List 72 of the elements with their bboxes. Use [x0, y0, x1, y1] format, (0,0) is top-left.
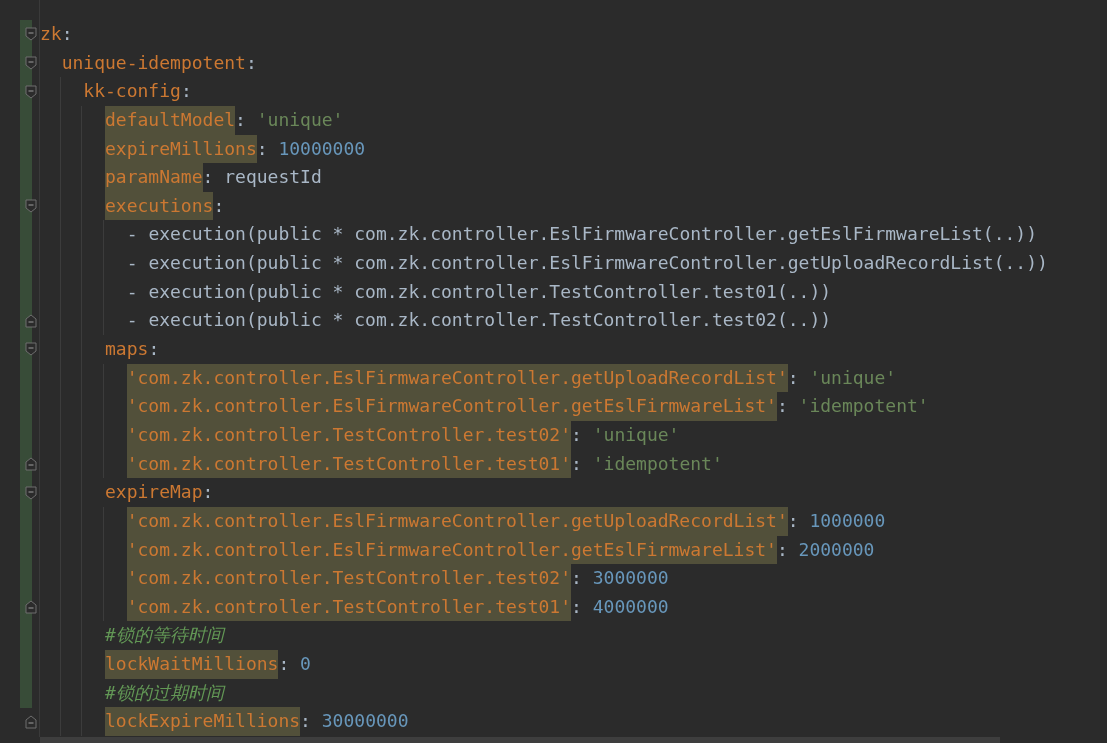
yaml-value: 2000000 [798, 537, 875, 562]
colon: : [278, 652, 290, 677]
colon: : [776, 537, 788, 562]
list-marker: - [126, 251, 138, 276]
yaml-value: 0 [300, 652, 311, 677]
yaml-key: expireMillions [105, 134, 257, 164]
yaml-key: unique-idempotent [61, 48, 246, 78]
yaml-value: requestId [224, 165, 322, 190]
fold-end-icon[interactable] [25, 313, 37, 328]
fold-start-icon[interactable] [25, 485, 37, 500]
yaml-value: 3000000 [592, 566, 669, 591]
yaml-value: 4000000 [592, 594, 669, 619]
code-comment: #锁的等待时间 [105, 623, 224, 648]
colon: : [571, 594, 582, 619]
fold-start-icon[interactable] [25, 27, 37, 42]
colon: : [202, 480, 214, 505]
yaml-key: paramName [105, 163, 203, 192]
colon: : [202, 165, 214, 190]
list-item-text: execution(public * com.zk.controller.TestController.test02(..)) [148, 308, 832, 333]
yaml-key: 'com.zk.controller.EslFirmwareController.getUploadRecordList' [126, 506, 788, 536]
fold-start-icon[interactable] [25, 55, 37, 70]
colon: : [787, 365, 799, 390]
list-marker: - [126, 279, 138, 304]
colon: : [213, 193, 225, 218]
yaml-key: kk-config [83, 77, 181, 106]
colon: : [256, 136, 268, 161]
colon: : [571, 566, 582, 591]
colon: : [245, 50, 257, 75]
fold-end-icon[interactable] [25, 714, 37, 729]
fold-start-icon[interactable] [25, 342, 37, 357]
fold-end-icon[interactable] [25, 456, 37, 471]
yaml-value: 'unique' [592, 422, 680, 447]
colon: : [571, 451, 582, 476]
yaml-value: 10000000 [278, 136, 366, 161]
yaml-key: 'com.zk.controller.TestController.test01' [126, 449, 571, 479]
yaml-value: 'idempotent' [798, 394, 929, 419]
yaml-key: 'com.zk.controller.EslFirmwareController.getUploadRecordList' [126, 363, 788, 393]
colon: : [61, 22, 73, 46]
yaml-value: 'unique' [256, 107, 344, 132]
yaml-key: zk [40, 20, 62, 49]
list-item-text: execution(public * com.zk.controller.EslFirmwareController.getEslFirmwareList(..)) [148, 222, 1037, 247]
yaml-key: lockWaitMillions [105, 650, 279, 679]
colon: : [776, 394, 788, 419]
yaml-key: expireMap [105, 478, 203, 507]
colon: : [300, 709, 311, 734]
colon: : [787, 508, 799, 533]
yaml-key: maps [105, 335, 149, 364]
list-marker: - [126, 308, 138, 333]
horizontal-scrollbar[interactable] [40, 737, 1000, 743]
list-item-text: execution(public * com.zk.controller.TestController.test01(..)) [148, 279, 832, 304]
yaml-value: 30000000 [321, 709, 409, 734]
yaml-key: 'com.zk.controller.TestController.test02' [126, 420, 571, 450]
yaml-value: 'unique' [809, 365, 897, 390]
yaml-key: executions [105, 191, 214, 221]
colon: : [148, 337, 160, 362]
yaml-key: lockExpireMillions [105, 707, 301, 736]
code-comment: #锁的过期时间 [105, 680, 224, 705]
yaml-key: 'com.zk.controller.EslFirmwareController.getEslFirmwareList' [126, 535, 777, 565]
yaml-value: 1000000 [809, 508, 886, 533]
yaml-value: 'idempotent' [592, 451, 723, 476]
yaml-key: 'com.zk.controller.EslFirmwareController.getEslFirmwareList' [126, 392, 777, 421]
colon: : [180, 79, 192, 104]
fold-end-icon[interactable] [25, 600, 37, 615]
fold-start-icon[interactable] [25, 84, 37, 99]
colon: : [571, 422, 582, 447]
list-marker: - [126, 222, 138, 247]
yaml-key: defaultModel [105, 105, 236, 135]
yaml-key: 'com.zk.controller.TestController.test01' [126, 592, 571, 622]
list-item-text: execution(public * com.zk.controller.EslFirmwareController.getUploadRecordList(..)) [148, 251, 1048, 276]
fold-start-icon[interactable] [25, 199, 37, 214]
yaml-key: 'com.zk.controller.TestController.test02' [126, 564, 571, 593]
colon: : [235, 107, 246, 132]
